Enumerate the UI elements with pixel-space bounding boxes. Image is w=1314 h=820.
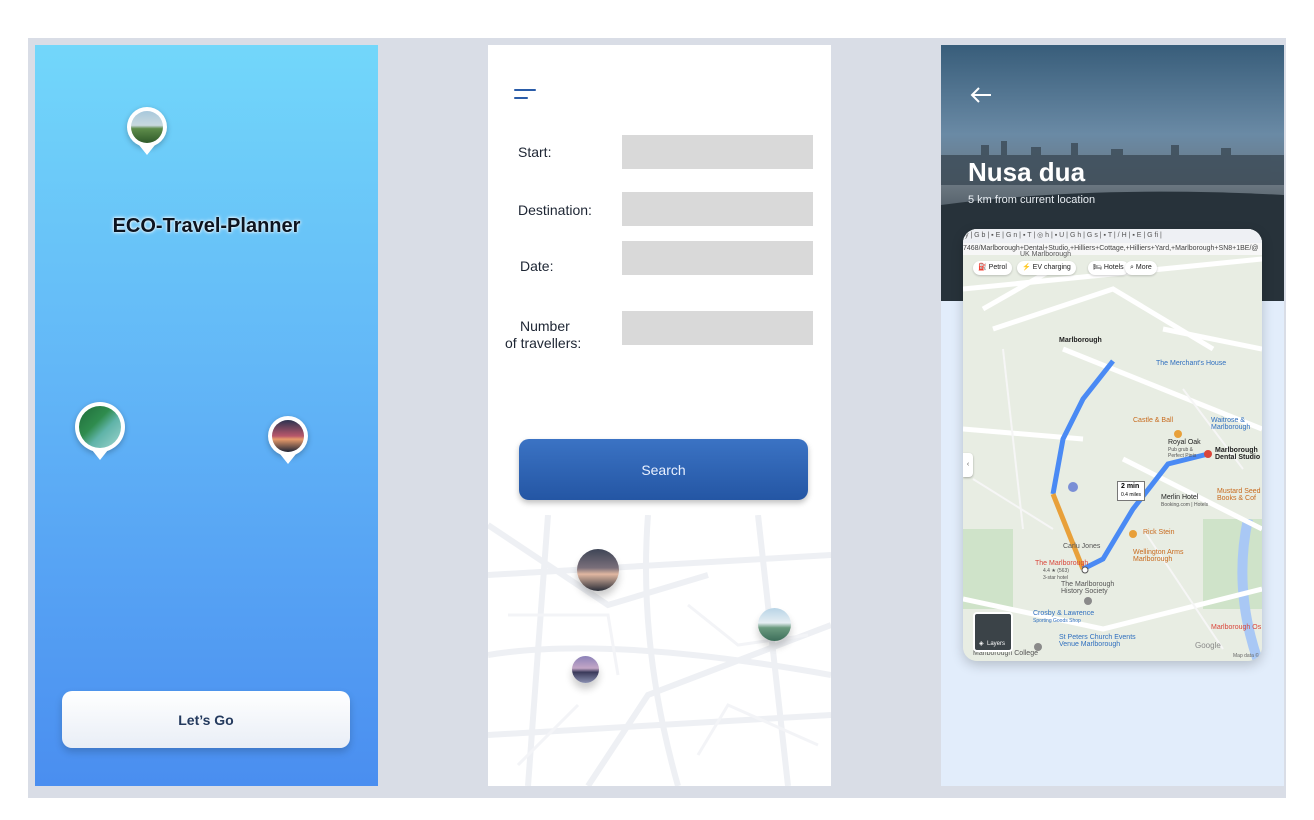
map-label-castle-ball[interactable]: Castle & Ball [1133, 417, 1173, 424]
collapse-panel-button[interactable]: ‹ [963, 453, 973, 477]
destination-label: Destination: [518, 202, 592, 218]
place-title: Nusa dua [968, 157, 1086, 187]
map-label-carluccio[interactable]: Carlu Jones [1063, 543, 1100, 550]
layers-label: Layers [987, 641, 1006, 647]
chip-more[interactable]: ⌕ More [1125, 261, 1157, 275]
lets-go-button[interactable]: Let’s Go [62, 691, 350, 748]
location-pin-left[interactable] [75, 402, 125, 464]
welcome-screen: ECO-Travel-Planner Let’s Go [35, 45, 378, 786]
route-distance: 0.4 miles [1121, 492, 1142, 498]
map-label-mustard[interactable]: Mustard Seed Books & Cof [1217, 488, 1262, 502]
destination-screen: Nusa dua 5 km from current location y | … [941, 45, 1284, 786]
menu-icon[interactable] [514, 89, 538, 103]
map-label-royal-oak-sub: Pub grub & Perfect Pints [1168, 447, 1197, 459]
map-label-crosby[interactable]: Crosby & Lawrence [1033, 610, 1094, 617]
map-label-marlborough[interactable]: Marlborough [1059, 337, 1102, 344]
route-duration-box: 2 min 0.4 miles [1117, 481, 1146, 501]
map-data-text: Map data © [1233, 653, 1259, 659]
design-canvas: ECO-Travel-Planner Let’s Go Start: Desti… [28, 38, 1286, 798]
map-label-merchants-house[interactable]: The Merchant's House [1156, 360, 1226, 367]
map-background [488, 515, 831, 786]
lake-orb[interactable] [572, 656, 599, 683]
map-label-dental-studio[interactable]: Marlborough Dental Studio [1215, 447, 1262, 461]
date-input[interactable] [622, 241, 813, 275]
chip-petrol-label: Petrol [988, 264, 1007, 271]
chip-ev-charging[interactable]: ⚡ EV charging [1017, 261, 1076, 275]
map-label-royal-oak[interactable]: Royal Oak [1168, 439, 1201, 446]
sunset-orb[interactable] [577, 549, 619, 591]
layers-icon: ◈ [979, 641, 984, 647]
map-label-rating: 4.4 ★ (563) [1043, 568, 1069, 574]
location-pin-right[interactable] [268, 416, 308, 468]
map-label-marlborough-os[interactable]: Marlborough Os [1211, 624, 1261, 631]
location-pin-top[interactable] [127, 107, 167, 159]
map-label-the-marlborough[interactable]: The Marlborough [1035, 560, 1088, 567]
mountain-orb[interactable] [758, 608, 791, 641]
map-label-merlin-sub: Booking.com | Hotels [1161, 502, 1209, 508]
route-duration: 2 min [1121, 483, 1140, 490]
search-button[interactable]: Search [519, 439, 808, 500]
map-label-uk-marlborough: UK Marlborough [1020, 251, 1071, 258]
chip-hotels-label: Hotels [1103, 264, 1124, 271]
start-label: Start: [518, 144, 552, 160]
map-label-history-society[interactable]: The Marlborough History Society [1061, 581, 1121, 595]
landscape-thumbnail [131, 111, 163, 143]
chip-petrol[interactable]: ⛽ Petrol [973, 261, 1012, 275]
chip-more-label: More [1135, 264, 1152, 271]
start-input[interactable] [622, 135, 813, 169]
map-canvas [963, 229, 1262, 661]
map-label-crosby-sub: Sporting Goods Shop [1033, 618, 1081, 624]
forest-thumbnail [79, 406, 121, 448]
trip-form-screen: Start: Destination: Date: Number of trav… [488, 45, 831, 786]
bookmarks-bar: y | G b | ▪ E | G n | ▪ T | ◎ h | ▪ U | … [963, 229, 1262, 243]
back-arrow-icon[interactable] [969, 85, 993, 105]
travellers-input[interactable] [622, 311, 813, 345]
google-logo: Google [1195, 641, 1221, 650]
date-label: Date: [520, 258, 554, 274]
travellers-label-line2: of travellers: [505, 335, 582, 351]
url-bar[interactable]: 7468/Marlborough+Dental+Studio,+Hilliers… [963, 243, 1262, 255]
sunset-thumbnail [272, 420, 304, 452]
map-label-merlin-hotel[interactable]: Merlin Hotel [1161, 494, 1198, 501]
map-label-rick-stein[interactable]: Rick Stein [1143, 529, 1175, 536]
destination-input[interactable] [622, 192, 813, 226]
layers-button[interactable]: ◈ Layers [973, 612, 1013, 652]
map-label-waitrose[interactable]: Waitrose & Marlborough [1211, 417, 1251, 431]
distance-subtitle: 5 km from current location [968, 194, 1096, 206]
app-title: ECO-Travel-Planner [112, 215, 301, 237]
chip-ev-label: EV charging [1032, 264, 1071, 271]
chip-hotels[interactable]: 🛏 Hotels [1088, 261, 1129, 275]
map-label-st-peters[interactable]: St Peters Church Events Venue Marlboroug… [1059, 634, 1139, 648]
map-label-wellington[interactable]: Wellington Arms Marlborough [1133, 549, 1193, 563]
map-card[interactable]: y | G b | ▪ E | G n | ▪ T | ◎ h | ▪ U | … [963, 229, 1262, 661]
travellers-label-line1: Number [520, 318, 570, 334]
travellers-label: Number of travellers: [505, 318, 581, 352]
